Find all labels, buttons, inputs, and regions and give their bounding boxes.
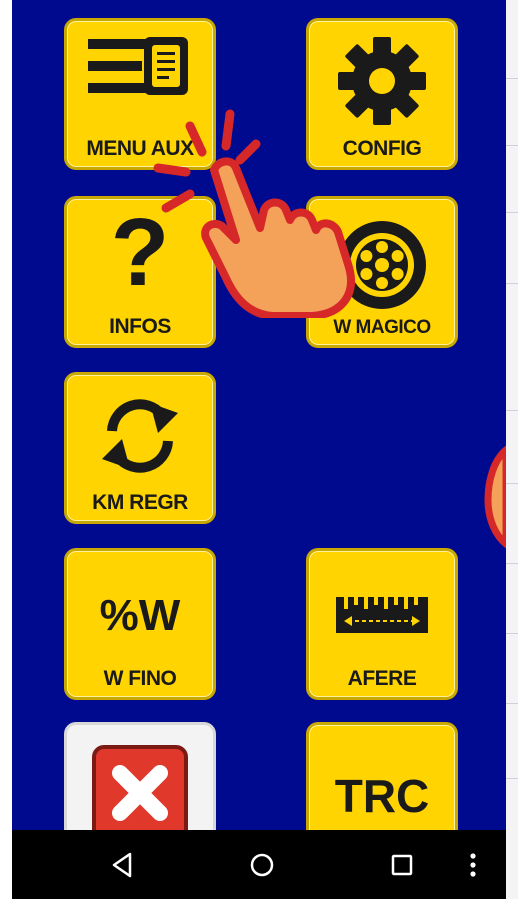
- infos-button[interactable]: ? INFOS: [64, 196, 216, 348]
- more-vertical-icon[interactable]: [448, 830, 498, 899]
- back-triangle-icon[interactable]: [82, 830, 162, 899]
- afere-label: AFERE: [347, 667, 417, 690]
- wheel-icon: [309, 217, 455, 313]
- recents-square-icon[interactable]: [362, 830, 442, 899]
- w-fino-button[interactable]: %W W FINO: [64, 548, 216, 700]
- refresh-cycle-icon: [67, 391, 213, 481]
- afere-button[interactable]: AFERE: [306, 548, 458, 700]
- partial-hand-icon: [484, 445, 506, 549]
- question-mark-icon: ?: [110, 199, 170, 306]
- menu-aux-button[interactable]: MENU AUX: [64, 18, 216, 170]
- config-label: CONFIG: [342, 137, 422, 160]
- trc-text: TRC: [334, 770, 430, 822]
- infos-label: INFOS: [109, 315, 171, 338]
- menu-list-icon: [67, 35, 213, 101]
- gear-icon: [309, 35, 455, 131]
- close-x-icon: [67, 743, 213, 830]
- trc-button[interactable]: TRC: [306, 722, 458, 830]
- km-regr-button[interactable]: KM REGR: [64, 372, 216, 524]
- app-screen: MENU AUX CONFIG ? INFOS W MAGICO KM REGR…: [12, 0, 506, 830]
- home-circle-icon[interactable]: [222, 830, 302, 899]
- menu-aux-label: MENU AUX: [86, 137, 194, 160]
- config-button[interactable]: CONFIG: [306, 18, 458, 170]
- percent-w-text: %W: [99, 591, 181, 640]
- w-fino-label: W FINO: [103, 667, 177, 690]
- w-magico-button[interactable]: W MAGICO: [306, 196, 458, 348]
- android-navbar: [12, 830, 506, 899]
- ruler-icon: [309, 595, 455, 635]
- km-regr-label: KM REGR: [92, 491, 188, 514]
- background-edge: [506, 0, 518, 899]
- close-button[interactable]: [64, 722, 216, 830]
- w-magico-label: W MAGICO: [333, 317, 431, 338]
